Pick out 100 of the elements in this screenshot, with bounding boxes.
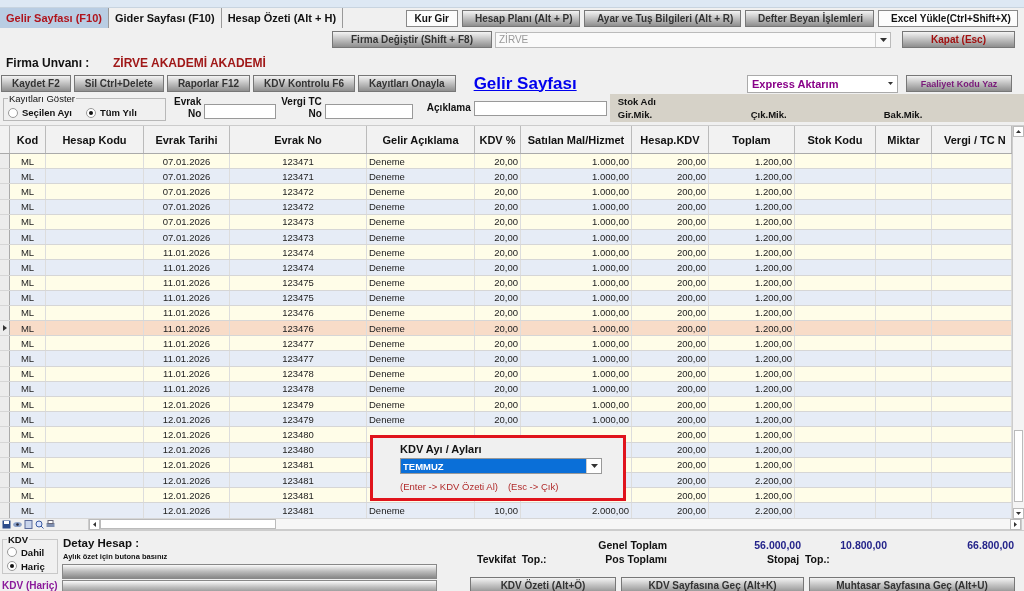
- table-cell: 200,00: [632, 427, 709, 442]
- table-cell: 1.200,00: [709, 412, 795, 427]
- table-cell: ML: [10, 397, 46, 412]
- table-cell: 200,00: [632, 488, 709, 503]
- table-cell: ML: [10, 442, 46, 457]
- table-cell: ML: [10, 184, 46, 199]
- table-cell: 12.01.2026: [144, 503, 230, 518]
- table-cell: ML: [10, 275, 46, 290]
- table-cell: ML: [10, 290, 46, 305]
- table-cell: 12.01.2026: [144, 442, 230, 457]
- table-cell: 20,00: [475, 169, 521, 184]
- table-cell: 200,00: [632, 260, 709, 275]
- table-cell: Deneme: [367, 245, 475, 260]
- table-cell: 1.200,00: [709, 290, 795, 305]
- table-cell: 1.000,00: [521, 290, 632, 305]
- table-cell: Deneme: [367, 305, 475, 321]
- table-cell: Deneme: [367, 229, 475, 245]
- table-cell: 1.200,00: [709, 427, 795, 442]
- table-cell: 200,00: [632, 321, 709, 336]
- table-cell: 20,00: [475, 381, 521, 396]
- table-cell: Deneme: [367, 290, 475, 305]
- table-cell: 1.200,00: [709, 442, 795, 457]
- table-cell: 123475: [230, 275, 367, 290]
- total-value: 56.000,00: [753, 538, 801, 551]
- table-cell: 123481: [230, 488, 367, 503]
- table-cell: 11.01.2026: [144, 366, 230, 381]
- table-cell: 12.01.2026: [144, 412, 230, 427]
- table-cell: 200,00: [632, 154, 709, 169]
- table-cell: 20,00: [475, 366, 521, 381]
- table-cell: 20,00: [475, 305, 521, 321]
- table-cell: 1.200,00: [709, 488, 795, 503]
- table-cell: 11.01.2026: [144, 351, 230, 366]
- table-cell: 2.200,00: [709, 503, 795, 518]
- dropdown-value: Express Aktarım: [752, 77, 839, 90]
- key-hint: (Enter -> KDV Özeti Al): [400, 481, 498, 492]
- table-cell: ML: [10, 457, 46, 472]
- table-cell: 1.200,00: [709, 366, 795, 381]
- stock-column-label: Bak.Mik.: [883, 109, 924, 120]
- table-cell: 200,00: [632, 351, 709, 366]
- table-cell: 123472: [230, 184, 367, 199]
- table-cell: 1.000,00: [521, 169, 632, 184]
- table-cell: ML: [10, 245, 46, 260]
- stock-title: Stok Adı: [617, 96, 657, 107]
- table-cell: 07.01.2026: [144, 184, 230, 199]
- table-cell: 1.000,00: [521, 260, 632, 275]
- table-cell: 1.200,00: [709, 229, 795, 245]
- table-cell: 1.200,00: [709, 260, 795, 275]
- table-cell: 123479: [230, 397, 367, 412]
- table-cell: 20,00: [475, 397, 521, 412]
- table-cell: 123481: [230, 503, 367, 518]
- table-cell: 1.000,00: [521, 184, 632, 199]
- table-cell: 1.000,00: [521, 366, 632, 381]
- table-cell: Deneme: [367, 336, 475, 351]
- table-cell: Deneme: [367, 321, 475, 336]
- table-cell: 1.200,00: [709, 275, 795, 290]
- table-cell: Deneme: [367, 366, 475, 381]
- table-cell: ML: [10, 488, 46, 503]
- table-cell: 200,00: [632, 336, 709, 351]
- table-cell: 10,00: [475, 503, 521, 518]
- table-cell: 1.000,00: [521, 245, 632, 260]
- table-cell: 20,00: [475, 229, 521, 245]
- table-cell: 20,00: [475, 290, 521, 305]
- table-cell: 20,00: [475, 214, 521, 229]
- table-cell: 1.000,00: [521, 351, 632, 366]
- table-cell: 1.000,00: [521, 229, 632, 245]
- table-cell: Deneme: [367, 199, 475, 214]
- table-cell: 1.000,00: [521, 214, 632, 229]
- table-cell: 20,00: [475, 321, 521, 336]
- table-cell: Deneme: [367, 412, 475, 427]
- table-cell: Deneme: [367, 397, 475, 412]
- table-cell: ML: [10, 381, 46, 396]
- table-cell: 123474: [230, 260, 367, 275]
- table-cell: 200,00: [632, 245, 709, 260]
- table-cell: 20,00: [475, 260, 521, 275]
- table-cell: 20,00: [475, 351, 521, 366]
- table-cell: Deneme: [367, 184, 475, 199]
- table-cell: 200,00: [632, 397, 709, 412]
- table-cell: 123476: [230, 321, 367, 336]
- table-cell: 1.200,00: [709, 154, 795, 169]
- table-cell: 200,00: [632, 169, 709, 184]
- table-cell: 123474: [230, 245, 367, 260]
- table-cell: 1.200,00: [709, 199, 795, 214]
- table-cell: 123471: [230, 169, 367, 184]
- table-cell: 20,00: [475, 275, 521, 290]
- table-cell: 1.000,00: [521, 199, 632, 214]
- table-cell: 1.200,00: [709, 214, 795, 229]
- table-cell: 07.01.2026: [144, 214, 230, 229]
- table-cell: 1.200,00: [709, 184, 795, 199]
- table-cell: 07.01.2026: [144, 154, 230, 169]
- table-cell: 200,00: [632, 381, 709, 396]
- table-cell: 123480: [230, 427, 367, 442]
- table-cell: 11.01.2026: [144, 321, 230, 336]
- table-cell: ML: [10, 503, 46, 518]
- table-cell: 07.01.2026: [144, 229, 230, 245]
- table-cell: Deneme: [367, 503, 475, 518]
- table-cell: 1.200,00: [709, 457, 795, 472]
- table-cell: 07.01.2026: [144, 199, 230, 214]
- table-cell: ML: [10, 472, 46, 488]
- table-cell: 200,00: [632, 214, 709, 229]
- table-cell: 1.000,00: [521, 154, 632, 169]
